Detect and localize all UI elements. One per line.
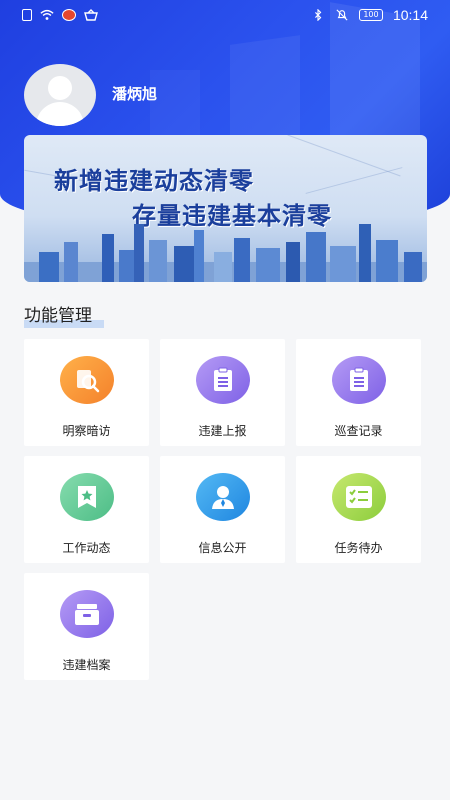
section-title: 功能管理 (24, 301, 104, 328)
basket-icon (84, 9, 98, 21)
clipboard-icon (195, 356, 250, 404)
battery-icon: 100 (358, 9, 383, 21)
sim-icon (22, 9, 32, 21)
function-label: 明察暗访 (62, 424, 111, 438)
avatar-body-icon (36, 102, 84, 126)
function-card-inspection[interactable]: 明察暗访 (24, 339, 149, 446)
function-label: 信息公开 (198, 541, 247, 555)
person-icon (195, 473, 250, 521)
function-card-work-news[interactable]: 工作动态 (24, 456, 149, 563)
bluetooth-icon (314, 9, 322, 21)
function-label: 巡查记录 (334, 424, 383, 438)
network-line (305, 167, 403, 194)
archive-box-icon (59, 590, 114, 638)
function-label: 违建档案 (62, 658, 111, 672)
wifi-icon (40, 9, 54, 20)
function-label: 工作动态 (62, 541, 111, 555)
function-card-archive[interactable]: 违建档案 (24, 573, 149, 680)
weibo-icon (62, 9, 76, 21)
city-skyline (24, 224, 427, 282)
function-card-info-disclosure[interactable]: 信息公开 (160, 456, 285, 563)
username: 潘炳旭 (112, 85, 158, 103)
star-bookmark-icon (59, 473, 114, 521)
avatar-head-icon (48, 76, 72, 100)
clipboard-icon (331, 356, 386, 404)
status-bar: 100 10:14 (0, 0, 450, 30)
section-title-text: 功能管理 (24, 306, 92, 326)
mute-icon (336, 9, 348, 21)
search-document-icon (59, 356, 114, 404)
banner-headline-1: 新增违建动态清零 (54, 167, 254, 195)
banner[interactable]: 新增违建动态清零 存量违建基本清零 (24, 135, 427, 282)
checklist-icon (331, 473, 386, 521)
function-label: 违建上报 (198, 424, 247, 438)
function-card-tasks-todo[interactable]: 任务待办 (296, 456, 421, 563)
function-label: 任务待办 (334, 541, 383, 555)
function-card-patrol-records[interactable]: 巡查记录 (296, 339, 421, 446)
avatar[interactable] (24, 64, 96, 126)
clock: 10:14 (392, 7, 428, 23)
network-line (287, 135, 401, 177)
function-card-report[interactable]: 违建上报 (160, 339, 285, 446)
